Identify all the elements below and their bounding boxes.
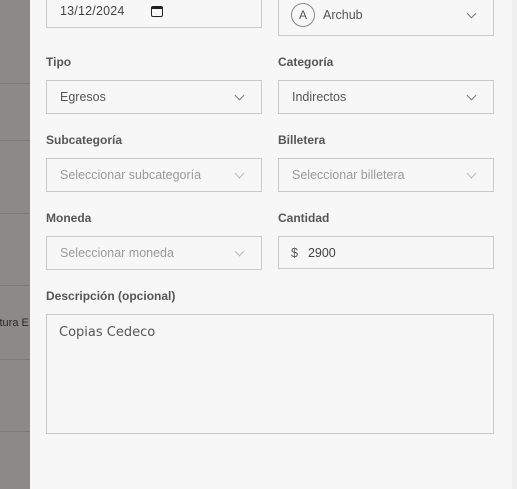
categoria-value: Indirectos bbox=[292, 90, 347, 104]
chevron-down-icon bbox=[235, 92, 245, 102]
tipo-value: Egresos bbox=[60, 90, 106, 104]
divider bbox=[0, 213, 30, 214]
currency-symbol: $ bbox=[291, 245, 298, 260]
chevron-down-icon bbox=[467, 10, 477, 20]
background-page: ctura E bbox=[0, 0, 30, 489]
categoria-label: Categoría bbox=[278, 55, 334, 69]
chevron-down-icon bbox=[235, 248, 245, 258]
scrollbar[interactable] bbox=[512, 0, 517, 489]
divider bbox=[0, 140, 30, 141]
subcategoria-select[interactable]: Seleccionar subcategoría bbox=[46, 158, 262, 192]
tipo-select[interactable]: Egresos bbox=[46, 80, 262, 114]
member-value: Archub bbox=[323, 8, 363, 22]
divider bbox=[0, 285, 30, 286]
descripcion-label: Descripción (opcional) bbox=[46, 289, 176, 303]
divider bbox=[0, 359, 30, 360]
subcategoria-placeholder: Seleccionar subcategoría bbox=[60, 168, 202, 182]
divider bbox=[0, 431, 30, 432]
date-value: 13/12/2024 bbox=[60, 4, 125, 18]
billetera-select[interactable]: Seleccionar billetera bbox=[278, 158, 494, 192]
moneda-label: Moneda bbox=[46, 211, 92, 225]
moneda-select[interactable]: Seleccionar moneda bbox=[46, 236, 262, 270]
billetera-label: Billetera bbox=[278, 133, 326, 147]
avatar: A bbox=[291, 3, 315, 27]
cantidad-input[interactable]: $ 2900 bbox=[278, 236, 494, 269]
subcategoria-label: Subcategoría bbox=[46, 133, 123, 147]
moneda-placeholder: Seleccionar moneda bbox=[60, 246, 174, 260]
member-select[interactable]: A Archub bbox=[278, 0, 494, 36]
cantidad-label: Cantidad bbox=[278, 211, 330, 225]
chevron-down-icon bbox=[467, 92, 477, 102]
tipo-label: Tipo bbox=[46, 55, 72, 69]
descripcion-textarea[interactable]: Copias Cedeco bbox=[46, 314, 494, 434]
categoria-select[interactable]: Indirectos bbox=[278, 80, 494, 114]
divider bbox=[0, 83, 30, 84]
date-input[interactable]: 13/12/2024 bbox=[46, 0, 262, 28]
chevron-down-icon bbox=[467, 170, 477, 180]
chevron-down-icon bbox=[235, 170, 245, 180]
billetera-placeholder: Seleccionar billetera bbox=[292, 168, 405, 182]
cantidad-value: 2900 bbox=[307, 245, 336, 260]
calendar-icon[interactable] bbox=[151, 5, 163, 17]
background-row-text: ctura E bbox=[0, 317, 29, 329]
